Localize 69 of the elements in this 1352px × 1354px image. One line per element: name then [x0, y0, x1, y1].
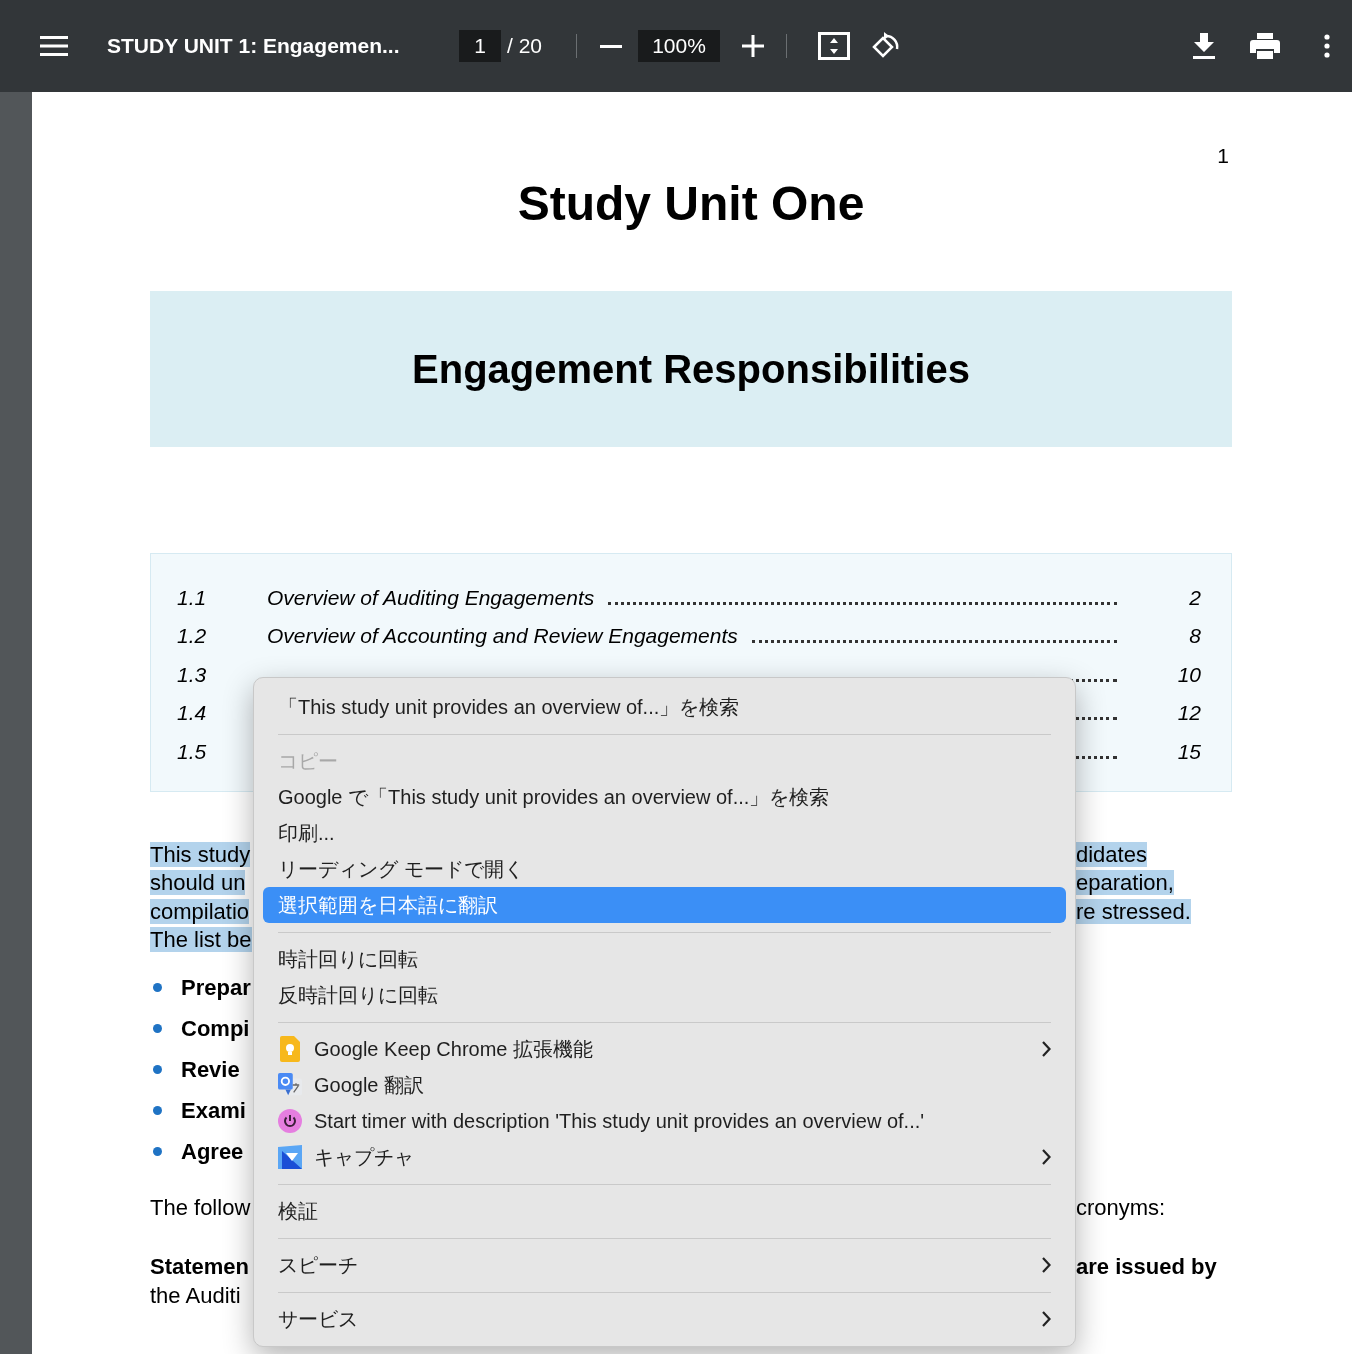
- chevron-right-icon: [1041, 1149, 1051, 1165]
- body-text: This study: [150, 841, 251, 867]
- zoom-field[interactable]: 100%: [638, 30, 721, 62]
- section-number: 1.5: [177, 738, 208, 765]
- bullet-icon: [153, 1023, 162, 1033]
- more-icon[interactable]: [1324, 34, 1330, 58]
- menu-item[interactable]: 時計回りに回転: [263, 941, 1066, 977]
- page-ref: 12: [1177, 700, 1201, 726]
- page-number: 1: [1217, 144, 1229, 168]
- section-title[interactable]: Overview of Accounting and Review Engagements: [267, 620, 738, 652]
- bullet-icon: [153, 1146, 162, 1156]
- menu-item[interactable]: Google 翻訳: [263, 1067, 1066, 1103]
- body-text: eparation,: [1076, 870, 1174, 895]
- page-ref: 2: [1188, 584, 1201, 611]
- list-item-text: Prepar: [181, 973, 251, 1002]
- menu-item[interactable]: サービス: [263, 1301, 1066, 1337]
- section-number: 1.2: [177, 623, 208, 649]
- menu-item: コピー: [277, 749, 339, 774]
- fit-page-icon[interactable]: [818, 32, 851, 60]
- menu-item[interactable]: Google Keep Chrome 拡張機能: [263, 1031, 1066, 1067]
- list-item-text: Exami: [181, 1096, 246, 1125]
- chevron-right-icon: [1041, 1041, 1051, 1057]
- body-text: should un: [150, 870, 246, 895]
- menu-item[interactable]: Google で「This study unit provides an overview of...」を検索: [263, 779, 1066, 815]
- menu-item[interactable]: 印刷...: [263, 815, 1066, 851]
- page-ref: 15: [1177, 738, 1201, 765]
- page-number-field[interactable]: 1: [459, 30, 501, 62]
- body-text: didates: [1076, 841, 1147, 867]
- document-title: STUDY UNIT 1: Engagemen...: [107, 33, 401, 60]
- page-count: / 20: [507, 33, 543, 60]
- lightbulb-note-icon: [280, 1036, 300, 1062]
- menu-item[interactable]: Start timer with description 'This study unit provides an overview of...': [263, 1103, 1066, 1139]
- menu-item[interactable]: スピーチ: [263, 1247, 1066, 1283]
- download-icon[interactable]: [1192, 33, 1216, 59]
- body-text: compilatio: [150, 898, 250, 924]
- menu-item[interactable]: リーディング モードで開く: [263, 851, 1066, 887]
- translate-icon: [278, 1072, 302, 1098]
- list-item-text: Agree: [181, 1137, 244, 1166]
- section-number: 1.1: [177, 584, 208, 611]
- body-text: re stressed.: [1076, 898, 1191, 924]
- section-number: 1.3: [177, 661, 208, 688]
- list-item-text: Compi: [181, 1014, 250, 1043]
- menu-icon[interactable]: [40, 34, 70, 58]
- menu-item[interactable]: 反時計回りに回転: [263, 977, 1066, 1013]
- section-number: 1.4: [177, 700, 208, 726]
- power-icon: [278, 1109, 302, 1133]
- menu-item[interactable]: キャプチャ: [263, 1139, 1066, 1175]
- page-ref: 10: [1177, 661, 1201, 688]
- chevron-right-icon: [1041, 1257, 1051, 1273]
- body-text: the Auditi: [150, 1282, 241, 1308]
- body-text: Statemen: [150, 1254, 250, 1279]
- body-text: The follow: [150, 1194, 251, 1220]
- menu-item[interactable]: 検証: [263, 1193, 1066, 1229]
- bullet-icon: [153, 982, 162, 992]
- body-text: cronyms:: [1076, 1194, 1166, 1220]
- section-title[interactable]: Overview of Auditing Engagements: [267, 581, 595, 613]
- bullet-icon: [153, 1105, 162, 1115]
- list-item-text: Revie: [181, 1055, 240, 1084]
- print-icon[interactable]: [1250, 33, 1280, 59]
- chevron-right-icon: [1041, 1311, 1051, 1327]
- document-title: Study Unit One: [517, 176, 865, 232]
- zoom-in-icon[interactable]: [741, 34, 766, 58]
- capture-icon: [278, 1145, 302, 1169]
- banner-heading: Engagement Responsibilities: [412, 346, 970, 393]
- menu-item[interactable]: 「This study unit provides an overview of...」を検索: [263, 689, 1066, 725]
- bullet-icon: [153, 1064, 162, 1074]
- page-ref: 8: [1188, 623, 1201, 649]
- body-text: are issued by: [1076, 1254, 1217, 1279]
- body-text: The list be: [150, 927, 252, 952]
